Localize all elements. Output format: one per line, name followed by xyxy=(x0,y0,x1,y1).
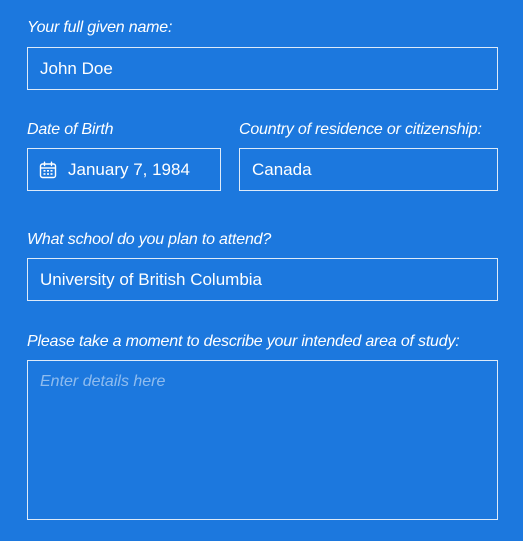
dob-value: January 7, 1984 xyxy=(68,159,190,179)
name-label: Your full given name: xyxy=(27,19,173,36)
name-value: John Doe xyxy=(40,58,113,78)
school-label: What school do you plan to attend? xyxy=(27,231,272,248)
school-field[interactable]: University of British Columbia xyxy=(27,258,498,301)
study-textarea[interactable]: Enter details here xyxy=(27,360,498,520)
country-label: Country of residence or citizenship: xyxy=(239,121,482,138)
school-value: University of British Columbia xyxy=(40,269,263,289)
country-value: Canada xyxy=(252,159,312,179)
study-label: Please take a moment to describe your in… xyxy=(27,333,460,350)
calendar-icon xyxy=(39,161,57,179)
country-field[interactable]: Canada xyxy=(239,148,498,191)
dob-field[interactable]: January 7, 1984 xyxy=(27,148,221,191)
name-field[interactable]: John Doe xyxy=(27,47,498,90)
dob-label: Date of Birth xyxy=(27,121,114,138)
study-placeholder: Enter details here xyxy=(40,373,166,390)
